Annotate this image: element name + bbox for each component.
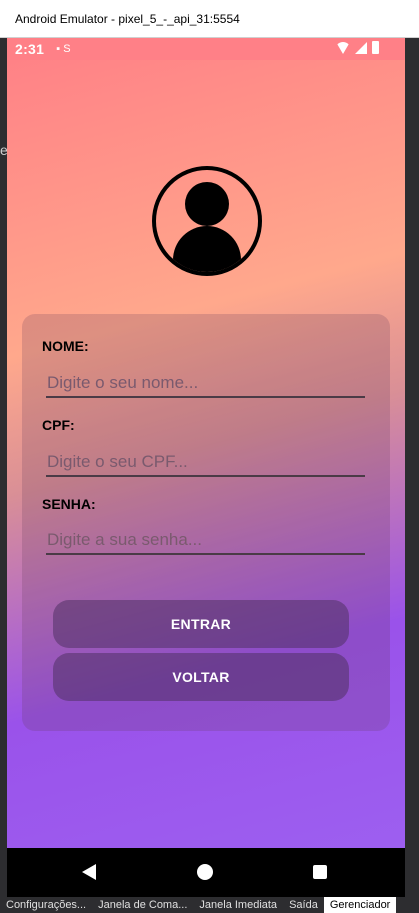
ide-left-panel (0, 38, 7, 898)
back-icon[interactable] (82, 864, 96, 880)
user-avatar-icon (152, 166, 262, 276)
cpf-label: CPF: (42, 417, 75, 433)
signal-icon (355, 41, 367, 54)
phone-screen: 2:31 ▪ S NOME: CPF: SENHA: ENTRAR VOLTAR (7, 38, 405, 848)
status-icons (336, 41, 379, 54)
status-bar: 2:31 ▪ S (7, 38, 405, 60)
recents-icon[interactable] (313, 865, 327, 879)
ide-right-panel (405, 38, 419, 898)
tab-gerenciador[interactable]: Gerenciador (323, 897, 397, 913)
status-time: 2:31 (15, 41, 45, 57)
tab-saida[interactable]: Saída (283, 897, 324, 913)
login-card: NOME: CPF: SENHA: ENTRAR VOLTAR (22, 314, 390, 731)
avatar-body (173, 226, 241, 272)
android-navbar (7, 848, 405, 897)
cpf-input[interactable] (46, 448, 365, 477)
ide-bottom-tabs: Configurações... Janela de Coma... Janel… (0, 897, 419, 913)
home-icon[interactable] (197, 864, 213, 880)
nome-label: NOME: (42, 338, 89, 354)
entrar-button[interactable]: ENTRAR (53, 600, 349, 648)
tab-janela-imediata[interactable]: Janela Imediata (193, 897, 283, 913)
tab-configuracoes[interactable]: Configurações... (0, 897, 92, 913)
voltar-button[interactable]: VOLTAR (53, 653, 349, 701)
wifi-icon (336, 41, 350, 54)
tab-janela-comando[interactable]: Janela de Coma... (92, 897, 193, 913)
window-title: Android Emulator - pixel_5_-_api_31:5554 (0, 0, 419, 38)
notification-icons: ▪ S (56, 43, 71, 55)
avatar-head (185, 182, 229, 226)
battery-icon (372, 41, 379, 54)
nome-input[interactable] (46, 369, 365, 398)
senha-input[interactable] (46, 526, 365, 555)
senha-label: SENHA: (42, 496, 96, 512)
